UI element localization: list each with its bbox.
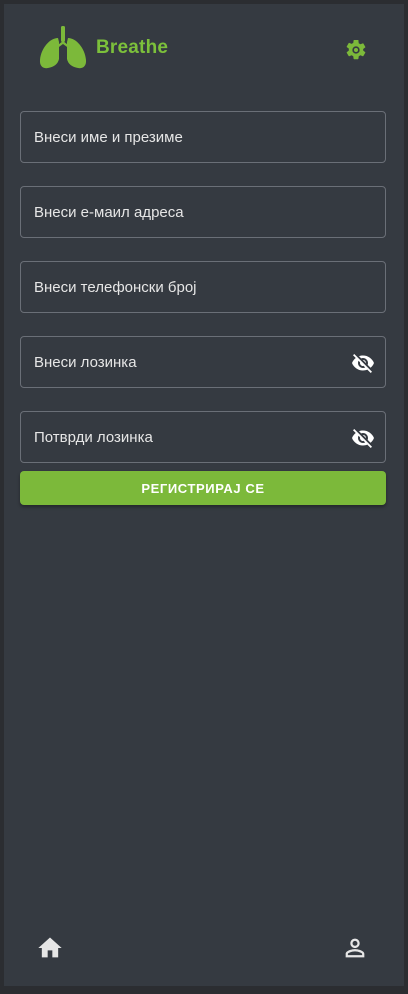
confirm-password-field[interactable] [20,411,386,463]
brand-name: Breathe [96,37,169,58]
eye-off-icon [352,429,374,448]
nav-home-button[interactable] [36,934,64,962]
full-name-field[interactable] [20,111,386,163]
phone-input[interactable] [21,262,385,312]
eye-off-icon [352,354,374,373]
phone-field[interactable] [20,261,386,313]
confirm-password-visibility-toggle[interactable] [351,426,375,450]
lungs-icon [39,26,87,69]
home-icon [38,937,62,958]
app-screen: Breathe РЕГ [4,4,404,986]
password-visibility-toggle[interactable] [351,351,375,375]
email-input[interactable] [21,187,385,237]
email-field[interactable] [20,186,386,238]
brand-logo: Breathe [38,26,168,70]
nav-profile-button[interactable] [341,934,369,962]
confirm-password-input[interactable] [21,412,385,462]
settings-button[interactable] [344,38,368,62]
person-icon [345,938,365,958]
bottom-navigation [4,924,404,986]
password-field[interactable] [20,336,386,388]
full-name-input[interactable] [21,112,385,162]
register-button[interactable]: РЕГИСТРИРАЈ СЕ [20,471,386,505]
gear-icon [346,39,366,60]
app-header: Breathe [4,4,404,94]
password-input[interactable] [21,337,385,387]
